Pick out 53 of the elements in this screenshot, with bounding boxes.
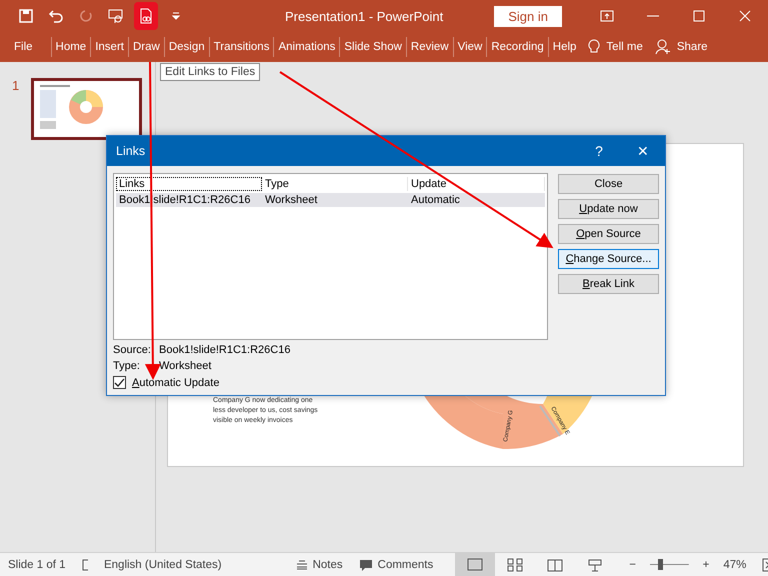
window-title: Presentation1 - PowerPoint [284, 8, 444, 24]
zoom-level: 47% [723, 558, 746, 570]
person-add-icon [654, 39, 671, 55]
notes-icon [296, 560, 308, 570]
close-button[interactable]: ✕ [621, 136, 665, 166]
type-value: Worksheet [159, 360, 212, 372]
dialog-button[interactable]: Close [558, 174, 659, 194]
dialog-button[interactable]: Break Link [558, 274, 659, 294]
ribbon-tab[interactable]: View [452, 37, 486, 57]
ribbon-tab[interactable]: Help [548, 37, 580, 57]
lightbulb-icon [588, 39, 600, 55]
ribbon-tab[interactable]: File [10, 37, 37, 57]
dialog-button[interactable]: Change Source... [558, 249, 659, 269]
language-status[interactable]: English (United States) [104, 558, 222, 570]
slide-number: 1 [12, 78, 20, 93]
dialog-button[interactable]: Open Source [558, 224, 659, 244]
dialog-title: Links [116, 144, 146, 158]
ribbon-tab[interactable]: Design [164, 37, 209, 57]
tooltip: Edit Links to Files [160, 63, 260, 81]
column-header[interactable]: Links [116, 177, 262, 191]
sign-in-button[interactable]: Sign in [494, 6, 562, 26]
automatic-update-checkbox[interactable] [113, 376, 126, 389]
slide-sorter-icon [507, 558, 524, 572]
notes-button[interactable]: Notes [288, 558, 351, 570]
edit-links-icon[interactable] [134, 2, 158, 30]
tell-me-button[interactable]: Tell me [584, 39, 647, 55]
slide-show-icon [587, 558, 604, 572]
source-value: Book1!slide!R1C1:R26C16 [159, 344, 292, 356]
ribbon-tab[interactable]: Transitions [208, 37, 274, 57]
ribbon-tab[interactable]: Slide Show [339, 37, 406, 57]
ribbon-tab[interactable]: Animations [273, 37, 340, 57]
source-label: Source: [113, 344, 152, 356]
column-header[interactable]: Type [262, 177, 408, 191]
zoom-out-button[interactable]: − [621, 558, 644, 570]
ribbon-tab[interactable]: Review [406, 37, 453, 57]
normal-view-icon [467, 558, 484, 572]
ribbon-tab[interactable]: Insert [90, 37, 128, 57]
ribbon-tab[interactable]: Draw [128, 37, 164, 57]
help-button[interactable]: ? [577, 136, 621, 166]
ribbon-tab[interactable]: Recording [486, 37, 548, 57]
comment-icon [358, 558, 373, 570]
reading-view-icon [547, 558, 564, 572]
checkbox-label[interactable]: Automatic Update [132, 376, 220, 388]
share-button[interactable]: Share [650, 39, 712, 55]
dialog-button[interactable]: Update now [558, 199, 659, 219]
slide-count: Slide 1 of 1 [8, 558, 66, 570]
ribbon-tab[interactable]: Home [50, 37, 90, 57]
zoom-in-button[interactable]: + [694, 558, 718, 570]
type-label: Type: [113, 360, 141, 372]
column-header[interactable]: Update [408, 177, 545, 191]
fit-to-window-icon[interactable] [762, 558, 768, 572]
view-button[interactable] [455, 553, 496, 576]
comments-button[interactable]: Comments [350, 558, 442, 570]
